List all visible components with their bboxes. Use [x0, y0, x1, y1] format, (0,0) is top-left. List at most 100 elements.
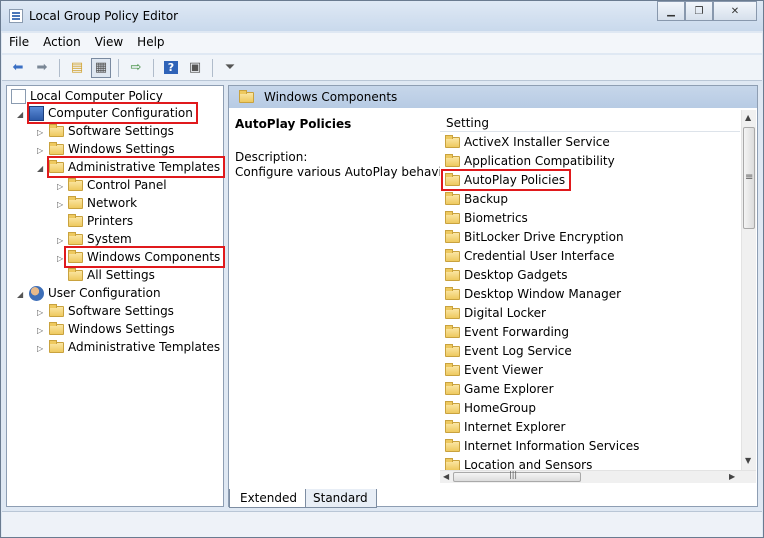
expand-arrow-icon[interactable]: ▷: [37, 146, 45, 155]
tree-item-all-settings[interactable]: All Settings: [68, 266, 155, 284]
list-item[interactable]: Application Compatibility: [443, 152, 615, 170]
selected-item-title: AutoPlay Policies: [235, 117, 352, 131]
tree-label: Software Settings: [68, 124, 174, 138]
folder-icon: [445, 153, 460, 167]
expand-arrow-icon[interactable]: ▷: [37, 308, 45, 317]
scroll-right-icon[interactable]: ▶: [729, 472, 735, 481]
list-item[interactable]: Backup: [443, 190, 508, 208]
expand-arrow-icon[interactable]: ▷: [57, 236, 65, 245]
tree-item-printers[interactable]: Printers: [68, 212, 133, 230]
scroll-up-icon[interactable]: ▲: [745, 113, 751, 122]
expand-arrow-icon[interactable]: ▷: [57, 182, 65, 191]
expand-arrow-icon[interactable]: ▷: [37, 326, 45, 335]
collapse-arrow-icon[interactable]: ◢: [17, 110, 25, 119]
menu-file[interactable]: File: [2, 33, 36, 53]
tree-label: Windows Settings: [68, 322, 175, 336]
list-item[interactable]: Event Forwarding: [443, 323, 569, 341]
help-button[interactable]: ?: [161, 58, 181, 78]
list-item-label: AutoPlay Policies: [464, 173, 566, 187]
list-item-autoplay-policies[interactable]: AutoPlay Policies: [440, 169, 572, 191]
tree-label: Network: [87, 196, 138, 210]
list-item[interactable]: Event Viewer: [443, 361, 543, 379]
forward-button[interactable]: ➡: [32, 58, 52, 78]
toolbar-separator: [59, 58, 60, 77]
tree-item-user-configuration[interactable]: User Configuration: [29, 284, 161, 302]
tab-extended[interactable]: Extended: [229, 489, 306, 508]
list-item[interactable]: Internet Explorer: [443, 418, 565, 436]
tree-item-windows-components[interactable]: Windows Components: [63, 246, 226, 268]
scroll-down-icon[interactable]: ▼: [745, 456, 751, 465]
list-item[interactable]: Biometrics: [443, 209, 528, 227]
show-hide-tree-button[interactable]: ▦: [91, 57, 111, 78]
menu-action[interactable]: Action: [36, 33, 88, 53]
folder-icon: [445, 419, 460, 433]
scroll-left-icon[interactable]: ◀: [443, 472, 449, 481]
list-item[interactable]: ActiveX Installer Service: [443, 133, 610, 151]
folder-icon: [445, 324, 460, 338]
tree-item-cc-administrative-templates[interactable]: Administrative Templates: [46, 156, 226, 178]
toolbar-separator: [212, 58, 213, 77]
column-header-setting[interactable]: Setting: [440, 110, 740, 132]
folder-icon: [445, 172, 460, 186]
description-text: Configure various AutoPlay behaviors.: [235, 165, 465, 179]
minimize-button[interactable]: ▁: [657, 1, 685, 21]
horizontal-scroll-thumb[interactable]: [453, 470, 581, 482]
properties-button[interactable]: ▣: [185, 58, 205, 78]
tree-item-computer-configuration[interactable]: Computer Configuration: [27, 102, 198, 124]
close-button[interactable]: ✕: [713, 1, 757, 21]
list-item-label: Digital Locker: [464, 306, 546, 320]
folder-icon: [68, 249, 83, 263]
list-item[interactable]: Desktop Gadgets: [443, 266, 568, 284]
list-item-label: Desktop Window Manager: [464, 287, 622, 301]
list-item-label: ActiveX Installer Service: [464, 135, 610, 149]
tree-item-cc-windows-settings[interactable]: Windows Settings: [49, 140, 175, 158]
tree-label: User Configuration: [48, 286, 161, 300]
folder-icon: [445, 286, 460, 300]
expand-arrow-icon[interactable]: ▷: [57, 200, 65, 209]
toolbar: ⬅ ➡ ▤ ▦ ⇨ ? ▣ ⏷: [2, 55, 762, 81]
maximize-button[interactable]: ❐: [685, 1, 713, 21]
list-item[interactable]: BitLocker Drive Encryption: [443, 228, 624, 246]
list-item[interactable]: Location and Sensors: [443, 456, 592, 470]
list-item[interactable]: HomeGroup: [443, 399, 536, 417]
tree-item-cc-software-settings[interactable]: Software Settings: [49, 122, 174, 140]
tree-item-local-computer-policy[interactable]: Local Computer Policy: [11, 87, 163, 105]
list-item[interactable]: Game Explorer: [443, 380, 554, 398]
tree-item-uc-administrative-templates[interactable]: Administrative Templates: [49, 338, 220, 356]
collapse-arrow-icon[interactable]: ◢: [17, 290, 25, 299]
expand-arrow-icon[interactable]: ▷: [57, 254, 65, 263]
list-item[interactable]: Desktop Window Manager: [443, 285, 621, 303]
vertical-scrollbar[interactable]: ▲ ▼: [741, 110, 756, 470]
list-item-label: Location and Sensors: [464, 458, 593, 470]
view-tabs: Extended Standard: [229, 489, 377, 509]
menu-help[interactable]: Help: [130, 33, 171, 53]
horizontal-scrollbar[interactable]: ◀ ▶: [440, 470, 756, 483]
list-item[interactable]: Digital Locker: [443, 304, 546, 322]
collapse-arrow-icon[interactable]: ◢: [37, 164, 45, 173]
tree-item-control-panel[interactable]: Control Panel: [68, 176, 167, 194]
list-item[interactable]: Event Log Service: [443, 342, 572, 360]
details-header: Windows Components: [229, 86, 757, 108]
tree-item-network[interactable]: Network: [68, 194, 137, 212]
back-button[interactable]: ⬅: [8, 58, 28, 78]
tree-item-system[interactable]: System: [68, 230, 132, 248]
settings-rows: ActiveX Installer Service Application Co…: [440, 133, 740, 470]
list-item-label: Internet Explorer: [464, 420, 566, 434]
tab-standard[interactable]: Standard: [302, 489, 377, 508]
window: Local Group Policy Editor ▁ ❐ ✕ File Act…: [0, 0, 764, 538]
list-item[interactable]: Internet Information Services: [443, 437, 639, 455]
up-level-button[interactable]: ▤: [67, 58, 87, 78]
menu-view[interactable]: View: [88, 33, 130, 53]
all-settings-icon: [68, 267, 83, 281]
vertical-scroll-thumb[interactable]: [743, 127, 755, 229]
tree-item-uc-software-settings[interactable]: Software Settings: [49, 302, 174, 320]
list-item[interactable]: Credential User Interface: [443, 247, 614, 265]
export-list-button[interactable]: ⇨: [126, 58, 146, 78]
filter-button[interactable]: ⏷: [220, 58, 240, 78]
title-bar: Local Group Policy Editor ▁ ❐ ✕: [1, 1, 763, 31]
list-item-label: Backup: [464, 192, 508, 206]
expand-arrow-icon[interactable]: ▷: [37, 128, 45, 137]
console-tree: Local Computer Policy ◢ Computer Configu…: [6, 85, 226, 507]
expand-arrow-icon[interactable]: ▷: [37, 344, 45, 353]
tree-item-uc-windows-settings[interactable]: Windows Settings: [49, 320, 175, 338]
